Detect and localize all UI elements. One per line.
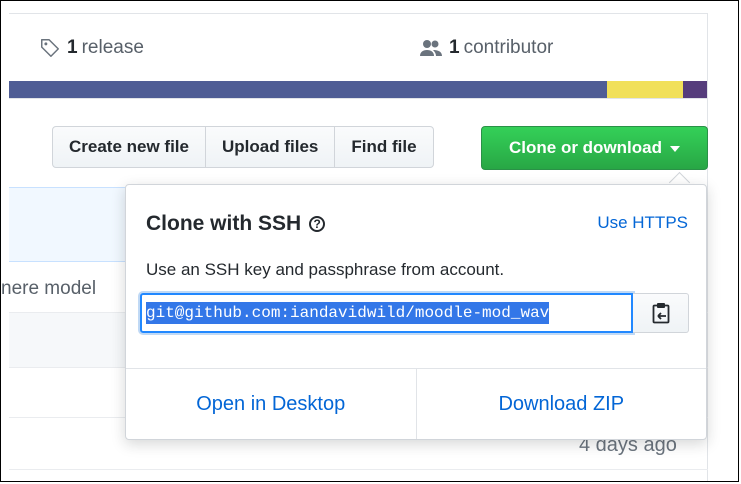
file-actions-group: Create new file Upload files Find file bbox=[52, 126, 434, 168]
clone-title-text: Clone with SSH bbox=[146, 212, 302, 235]
clipboard-icon bbox=[652, 302, 670, 324]
clone-or-download-button[interactable]: Clone or download bbox=[481, 126, 708, 170]
question-icon[interactable]: ? bbox=[309, 216, 326, 232]
release-label: release bbox=[81, 37, 144, 58]
popover-title: Clone with SSH ? bbox=[146, 212, 326, 236]
clone-button-label: Clone or download bbox=[509, 138, 662, 157]
download-zip-button[interactable]: Download ZIP bbox=[415, 369, 707, 439]
use-https-link[interactable]: Use HTTPS bbox=[597, 213, 688, 233]
language-segment-javascript[interactable] bbox=[607, 81, 683, 98]
clone-popover: Clone with SSH ? Use HTTPS Use an SSH ke… bbox=[125, 184, 707, 440]
divider bbox=[9, 98, 707, 99]
create-new-file-button[interactable]: Create new file bbox=[52, 126, 206, 168]
screenshot-frame: 1 release 1 contributor Create new file … bbox=[0, 0, 739, 482]
clone-url-text: git@github.com:iandavidwild/moodle-mod_w… bbox=[146, 302, 550, 324]
divider bbox=[9, 469, 708, 470]
file-list-header bbox=[9, 312, 126, 368]
latest-commit-row bbox=[9, 187, 126, 262]
tag-icon bbox=[39, 37, 61, 59]
popover-footer: Open in Desktop Download ZIP bbox=[126, 368, 706, 439]
language-segment-css[interactable] bbox=[683, 81, 707, 98]
find-file-button[interactable]: Find file bbox=[335, 126, 434, 168]
clone-url-group: git@github.com:iandavidwild/moodle-mod_w… bbox=[140, 293, 689, 333]
upload-files-button[interactable]: Upload files bbox=[206, 126, 336, 168]
contributors-link[interactable]: 1 contributor bbox=[419, 37, 553, 59]
repo-summary: 1 release 1 contributor bbox=[9, 13, 707, 81]
copy-to-clipboard-button[interactable] bbox=[633, 293, 689, 333]
commit-message-fragment[interactable]: nere model bbox=[1, 278, 96, 300]
contributor-label: contributor bbox=[463, 37, 554, 58]
open-in-desktop-button[interactable]: Open in Desktop bbox=[126, 369, 416, 439]
contributor-count: 1 bbox=[449, 37, 460, 58]
caret-down-icon bbox=[670, 146, 680, 152]
language-bar[interactable] bbox=[9, 81, 707, 98]
clone-description: Use an SSH key and passphrase from accou… bbox=[146, 260, 505, 279]
clone-url-input[interactable]: git@github.com:iandavidwild/moodle-mod_w… bbox=[140, 293, 633, 333]
release-count: 1 bbox=[67, 37, 78, 58]
language-segment-php[interactable] bbox=[9, 81, 607, 98]
people-icon bbox=[419, 38, 443, 58]
releases-link[interactable]: 1 release bbox=[39, 37, 144, 59]
